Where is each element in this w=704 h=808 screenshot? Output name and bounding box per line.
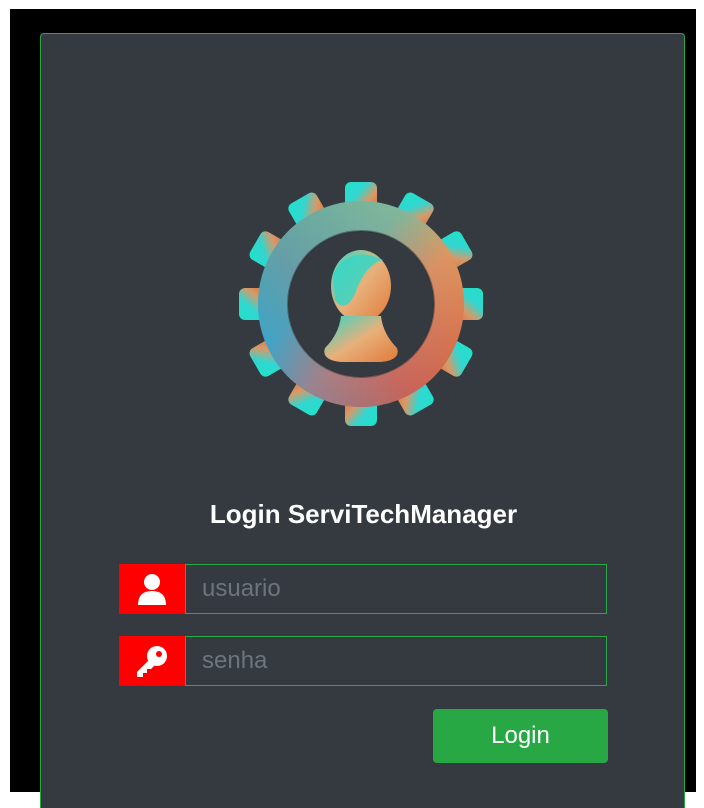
password-input[interactable] — [185, 636, 607, 686]
login-button[interactable]: Login — [433, 709, 608, 763]
user-icon — [119, 564, 185, 614]
username-input[interactable] — [185, 564, 607, 614]
key-icon — [119, 636, 185, 686]
gear-user-logo-icon — [239, 182, 483, 426]
page-title: Login ServiTechManager — [209, 499, 518, 529]
username-input-group — [119, 564, 607, 614]
password-input-group — [119, 636, 607, 686]
app-frame: Login ServiTechManager Login — [10, 9, 696, 808]
login-card: Login ServiTechManager Login — [40, 33, 685, 808]
